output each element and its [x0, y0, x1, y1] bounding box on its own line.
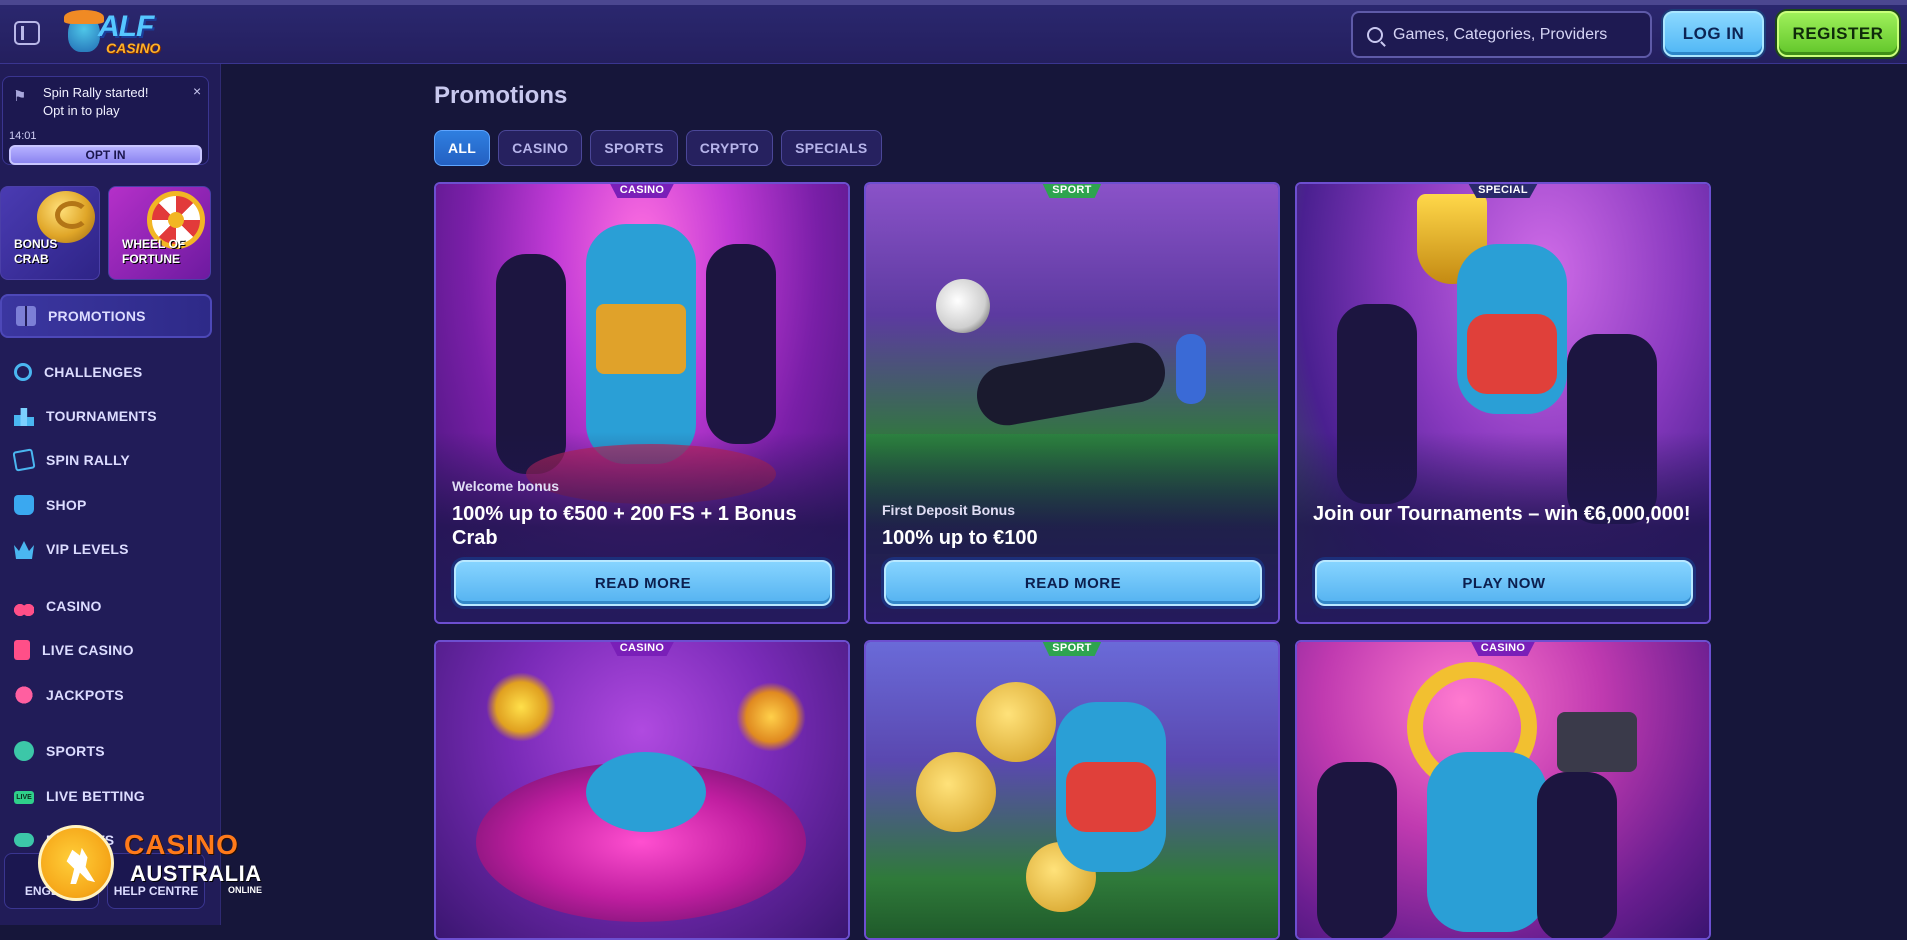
sidebar-item-promotions[interactable]: PROMOTIONS [0, 294, 212, 338]
sidebar-item-label: SPIN RALLY [46, 452, 130, 468]
sidebar-item-label: CASINO [46, 598, 102, 614]
sidebar-item-label: LIVE BETTING [46, 788, 145, 804]
watermark-line3: ONLINE [228, 885, 263, 895]
card-badge: CASINO [1470, 642, 1536, 656]
clover-icon [14, 685, 34, 705]
card-title: 100% up to €500 + 200 FS + 1 Bonus Crab [452, 503, 797, 549]
filter-crypto[interactable]: CRYPTO [685, 130, 774, 166]
search-box[interactable] [1351, 11, 1652, 58]
notification-title: Spin Rally started! [43, 85, 149, 100]
sidebar-item-vip-levels[interactable]: VIP LEVELS [0, 531, 212, 567]
watermark-line2: AUSTRALIA [130, 861, 262, 886]
flag-icon [12, 448, 36, 472]
wheel-of-fortune-tile[interactable]: WHEEL OF FORTUNE [108, 186, 211, 280]
live-badge-icon: LIVE [14, 791, 34, 804]
gift-icon [16, 306, 36, 326]
play-now-button[interactable]: PLAY NOW [1315, 560, 1693, 606]
sidebar-item-label: VIP LEVELS [46, 541, 129, 557]
notification-subtitle: Opt in to play [43, 103, 120, 118]
watermark-line1: CASINO [124, 829, 239, 860]
promo-card-cashback[interactable]: CASINO [1295, 640, 1711, 940]
checkered-flag-icon: ⚑ [13, 88, 27, 105]
wheel-of-fortune-label: WHEEL OF FORTUNE [122, 237, 186, 266]
ufo-crypto-illustration [436, 642, 848, 938]
soccer-ball-icon [14, 741, 34, 761]
kangaroo-icon [66, 847, 96, 884]
filter-sports[interactable]: SPORTS [590, 130, 678, 166]
sidebar-item-shop[interactable]: SHOP [0, 487, 212, 523]
sidebar-item-label: JACKPOTS [46, 687, 124, 703]
filter-all[interactable]: ALL [434, 130, 491, 166]
kangaroo-logo-icon [38, 825, 114, 901]
promo-card-crypto-sport[interactable]: SPORT [864, 640, 1280, 940]
sidebar-item-label: SPORTS [46, 743, 105, 759]
login-button[interactable]: LOG IN [1663, 11, 1764, 57]
medal-icon [14, 363, 32, 381]
sidebar-item-sports[interactable]: SPORTS [0, 733, 212, 769]
sidebar-item-label: CHALLENGES [44, 364, 143, 380]
close-icon[interactable]: × [193, 83, 201, 99]
crown-icon [14, 541, 34, 559]
read-more-button[interactable]: READ MORE [884, 560, 1262, 606]
sidebar-item-label: SHOP [46, 497, 87, 513]
podium-icon [14, 408, 34, 426]
sidebar-item-live-casino[interactable]: LIVE CASINO [0, 632, 212, 668]
card-icon [14, 640, 30, 660]
crypto-football-illustration [866, 642, 1278, 938]
card-badge: SPORT [1042, 642, 1102, 656]
card-badge: SPORT [1042, 184, 1102, 198]
card-title: Join our Tournaments – win €6,000,000! [1313, 503, 1691, 525]
bonus-crab-label: BONUS CRAB [14, 237, 58, 266]
card-badge: CASINO [609, 184, 675, 198]
promo-card-welcome-bonus[interactable]: CASINO Welcome bonus 100% up to €500 + 2… [434, 182, 850, 624]
promotion-filters: ALL CASINO SPORTS CRYPTO SPECIALS [434, 130, 882, 166]
card-subtitle: Welcome bonus [452, 478, 560, 494]
search-icon [1367, 26, 1383, 43]
notification-time: 14:01 [9, 130, 37, 142]
sidebar-item-spin-rally[interactable]: SPIN RALLY [0, 442, 212, 478]
sidebar-item-label: LIVE CASINO [42, 642, 134, 658]
promo-card-crypto-ufo[interactable]: CASINO [434, 640, 850, 940]
search-input[interactable] [1393, 25, 1633, 44]
casino-australia-watermark: CASINO AUSTRALIA ONLINE [38, 825, 278, 905]
promo-card-tournaments[interactable]: SPECIAL Join our Tournaments – win €6,00… [1295, 182, 1711, 624]
sidebar-item-label: TOURNAMENTS [46, 408, 157, 424]
sidebar-toggle-icon[interactable] [14, 21, 40, 45]
logo-text-alf: ALF [98, 10, 154, 43]
sidebar-item-jackpots[interactable]: JACKPOTS [0, 677, 212, 713]
sidebar-item-tournaments[interactable]: TOURNAMENTS [0, 398, 212, 434]
promo-card-first-deposit[interactable]: SPORT First Deposit Bonus 100% up to €10… [864, 182, 1280, 624]
bonus-crab-coin-icon [37, 191, 95, 243]
opt-in-button[interactable]: OPT IN [9, 145, 202, 165]
sidebar: ⚑ Spin Rally started! Opt in to play × 1… [0, 64, 221, 925]
bonus-crab-tile[interactable]: BONUS CRAB [0, 186, 100, 280]
sidebar-item-live-betting[interactable]: LIVE LIVE BETTING [0, 778, 212, 814]
read-more-button[interactable]: READ MORE [454, 560, 832, 606]
card-badge: SPECIAL [1468, 184, 1538, 198]
register-button[interactable]: REGISTER [1777, 11, 1899, 57]
gamepad-icon [14, 833, 34, 847]
alf-casino-logo[interactable]: ALF CASINO [64, 8, 164, 58]
card-title: 100% up to €100 [882, 527, 1038, 549]
spin-rally-notification: ⚑ Spin Rally started! Opt in to play × 1… [2, 76, 209, 165]
filter-casino[interactable]: CASINO [498, 130, 583, 166]
page-title: Promotions [434, 82, 568, 109]
sidebar-item-label: PROMOTIONS [48, 308, 146, 324]
card-subtitle: First Deposit Bonus [882, 502, 1016, 518]
card-badge: CASINO [609, 642, 675, 656]
sidebar-item-casino[interactable]: CASINO [0, 588, 212, 624]
top-bar: ALF CASINO LOG IN REGISTER [0, 0, 1907, 64]
selfie-crew-illustration [1297, 642, 1709, 938]
sidebar-item-challenges[interactable]: CHALLENGES [0, 354, 212, 390]
filter-specials[interactable]: SPECIALS [781, 130, 882, 166]
logo-text-casino: CASINO [106, 40, 161, 56]
cherry-icon [14, 596, 34, 616]
shopping-bag-icon [14, 495, 34, 515]
